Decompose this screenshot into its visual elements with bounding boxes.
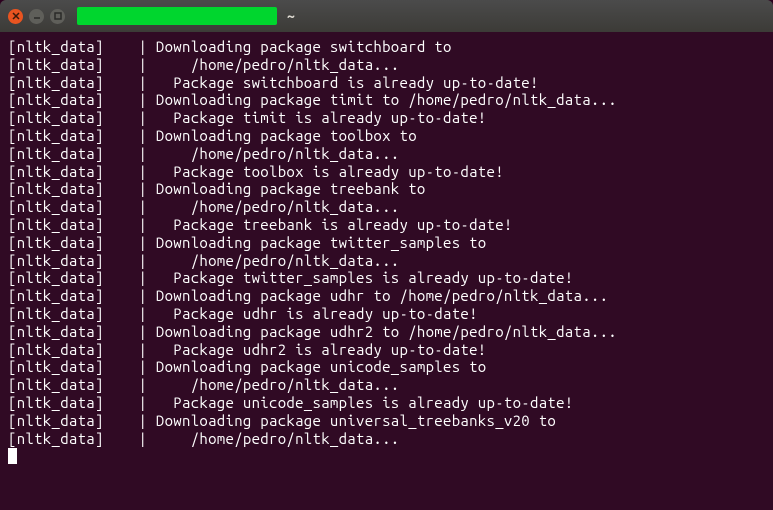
terminal-line: [nltk_data] | Downloading package udhr t… — [8, 287, 765, 305]
terminal-line: [nltk_data] | Package timit is already u… — [8, 109, 765, 127]
terminal-line: [nltk_data] | /home/pedro/nltk_data... — [8, 252, 765, 270]
terminal-line: [nltk_data] | Downloading package unicod… — [8, 358, 765, 376]
terminal-line: [nltk_data] | Downloading package univer… — [8, 412, 765, 430]
terminal-line: [nltk_data] | Downloading package twitte… — [8, 234, 765, 252]
terminal-line: [nltk_data] | /home/pedro/nltk_data... — [8, 56, 765, 74]
close-icon[interactable] — [8, 9, 23, 24]
terminal-window: ~ [nltk_data] | Downloading package swit… — [0, 0, 773, 510]
terminal-line: [nltk_data] | Downloading package udhr2 … — [8, 323, 765, 341]
minimize-icon[interactable] — [29, 9, 44, 24]
terminal-line: [nltk_data] | Package toolbox is already… — [8, 163, 765, 181]
terminal-line: [nltk_data] | Downloading package switch… — [8, 38, 765, 56]
terminal-line: [nltk_data] | /home/pedro/nltk_data... — [8, 198, 765, 216]
terminal-line: [nltk_data] | Package twitter_samples is… — [8, 269, 765, 287]
terminal-line: [nltk_data] | /home/pedro/nltk_data... — [8, 145, 765, 163]
terminal-line: [nltk_data] | Package switchboard is alr… — [8, 74, 765, 92]
cursor-icon — [8, 448, 17, 464]
window-title-suffix: ~ — [287, 8, 295, 24]
terminal-line: [nltk_data] | Package udhr is already up… — [8, 305, 765, 323]
terminal-line: [nltk_data] | /home/pedro/nltk_data... — [8, 376, 765, 394]
window-title-redacted — [77, 7, 277, 25]
terminal-line: [nltk_data] | Downloading package toolbo… — [8, 127, 765, 145]
terminal-line: [nltk_data] | Package unicode_samples is… — [8, 394, 765, 412]
titlebar[interactable]: ~ — [0, 0, 773, 32]
terminal-line: [nltk_data] | Downloading package timit … — [8, 91, 765, 109]
terminal-line: [nltk_data] | /home/pedro/nltk_data... — [8, 430, 765, 448]
terminal-output[interactable]: [nltk_data] | Downloading package switch… — [0, 32, 773, 510]
terminal-line: [nltk_data] | Downloading package treeba… — [8, 180, 765, 198]
terminal-line: [nltk_data] | Package treebank is alread… — [8, 216, 765, 234]
maximize-icon[interactable] — [50, 9, 65, 24]
terminal-line: [nltk_data] | Package udhr2 is already u… — [8, 341, 765, 359]
